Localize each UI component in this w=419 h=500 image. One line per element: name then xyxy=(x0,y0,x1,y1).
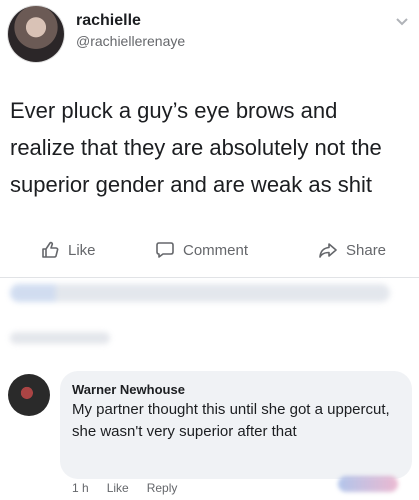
post-actions: Like Comment Share xyxy=(0,232,419,268)
blurred-shares-row xyxy=(10,332,110,344)
post-card: rachielle @rachiellerenaye Ever pluck a … xyxy=(0,0,419,500)
chevron-down-icon[interactable] xyxy=(395,14,409,28)
divider xyxy=(0,277,419,278)
comment-author[interactable]: Warner Newhouse xyxy=(72,382,185,397)
share-label: Share xyxy=(346,241,387,259)
author-name[interactable]: rachielle xyxy=(76,12,141,30)
comment-reactions-badge xyxy=(338,476,398,492)
post-text: Ever pluck a guy’s eye brows and realize… xyxy=(10,98,382,197)
share-arrow-icon xyxy=(319,243,337,258)
comment-time[interactable]: 1 h xyxy=(72,481,89,495)
author-avatar[interactable] xyxy=(8,6,64,62)
author-handle[interactable]: @rachiellerenaye xyxy=(76,33,185,49)
comment-reply-link[interactable]: Reply xyxy=(147,481,178,495)
comment-like-link[interactable]: Like xyxy=(107,481,129,495)
blurred-reactions-row xyxy=(10,284,390,302)
commenter-avatar[interactable] xyxy=(8,374,50,416)
thumbs-up-icon xyxy=(42,241,59,258)
comment-button[interactable]: Comment xyxy=(155,240,248,260)
share-button[interactable]: Share xyxy=(318,240,386,260)
comment-bubble-icon xyxy=(156,242,174,258)
comment-label: Comment xyxy=(183,241,249,259)
like-label: Like xyxy=(68,241,96,259)
like-button[interactable]: Like xyxy=(40,240,96,260)
comment-text: My partner thought this until she got a … xyxy=(72,401,390,440)
comment-meta: 1 h Like Reply xyxy=(72,481,177,495)
